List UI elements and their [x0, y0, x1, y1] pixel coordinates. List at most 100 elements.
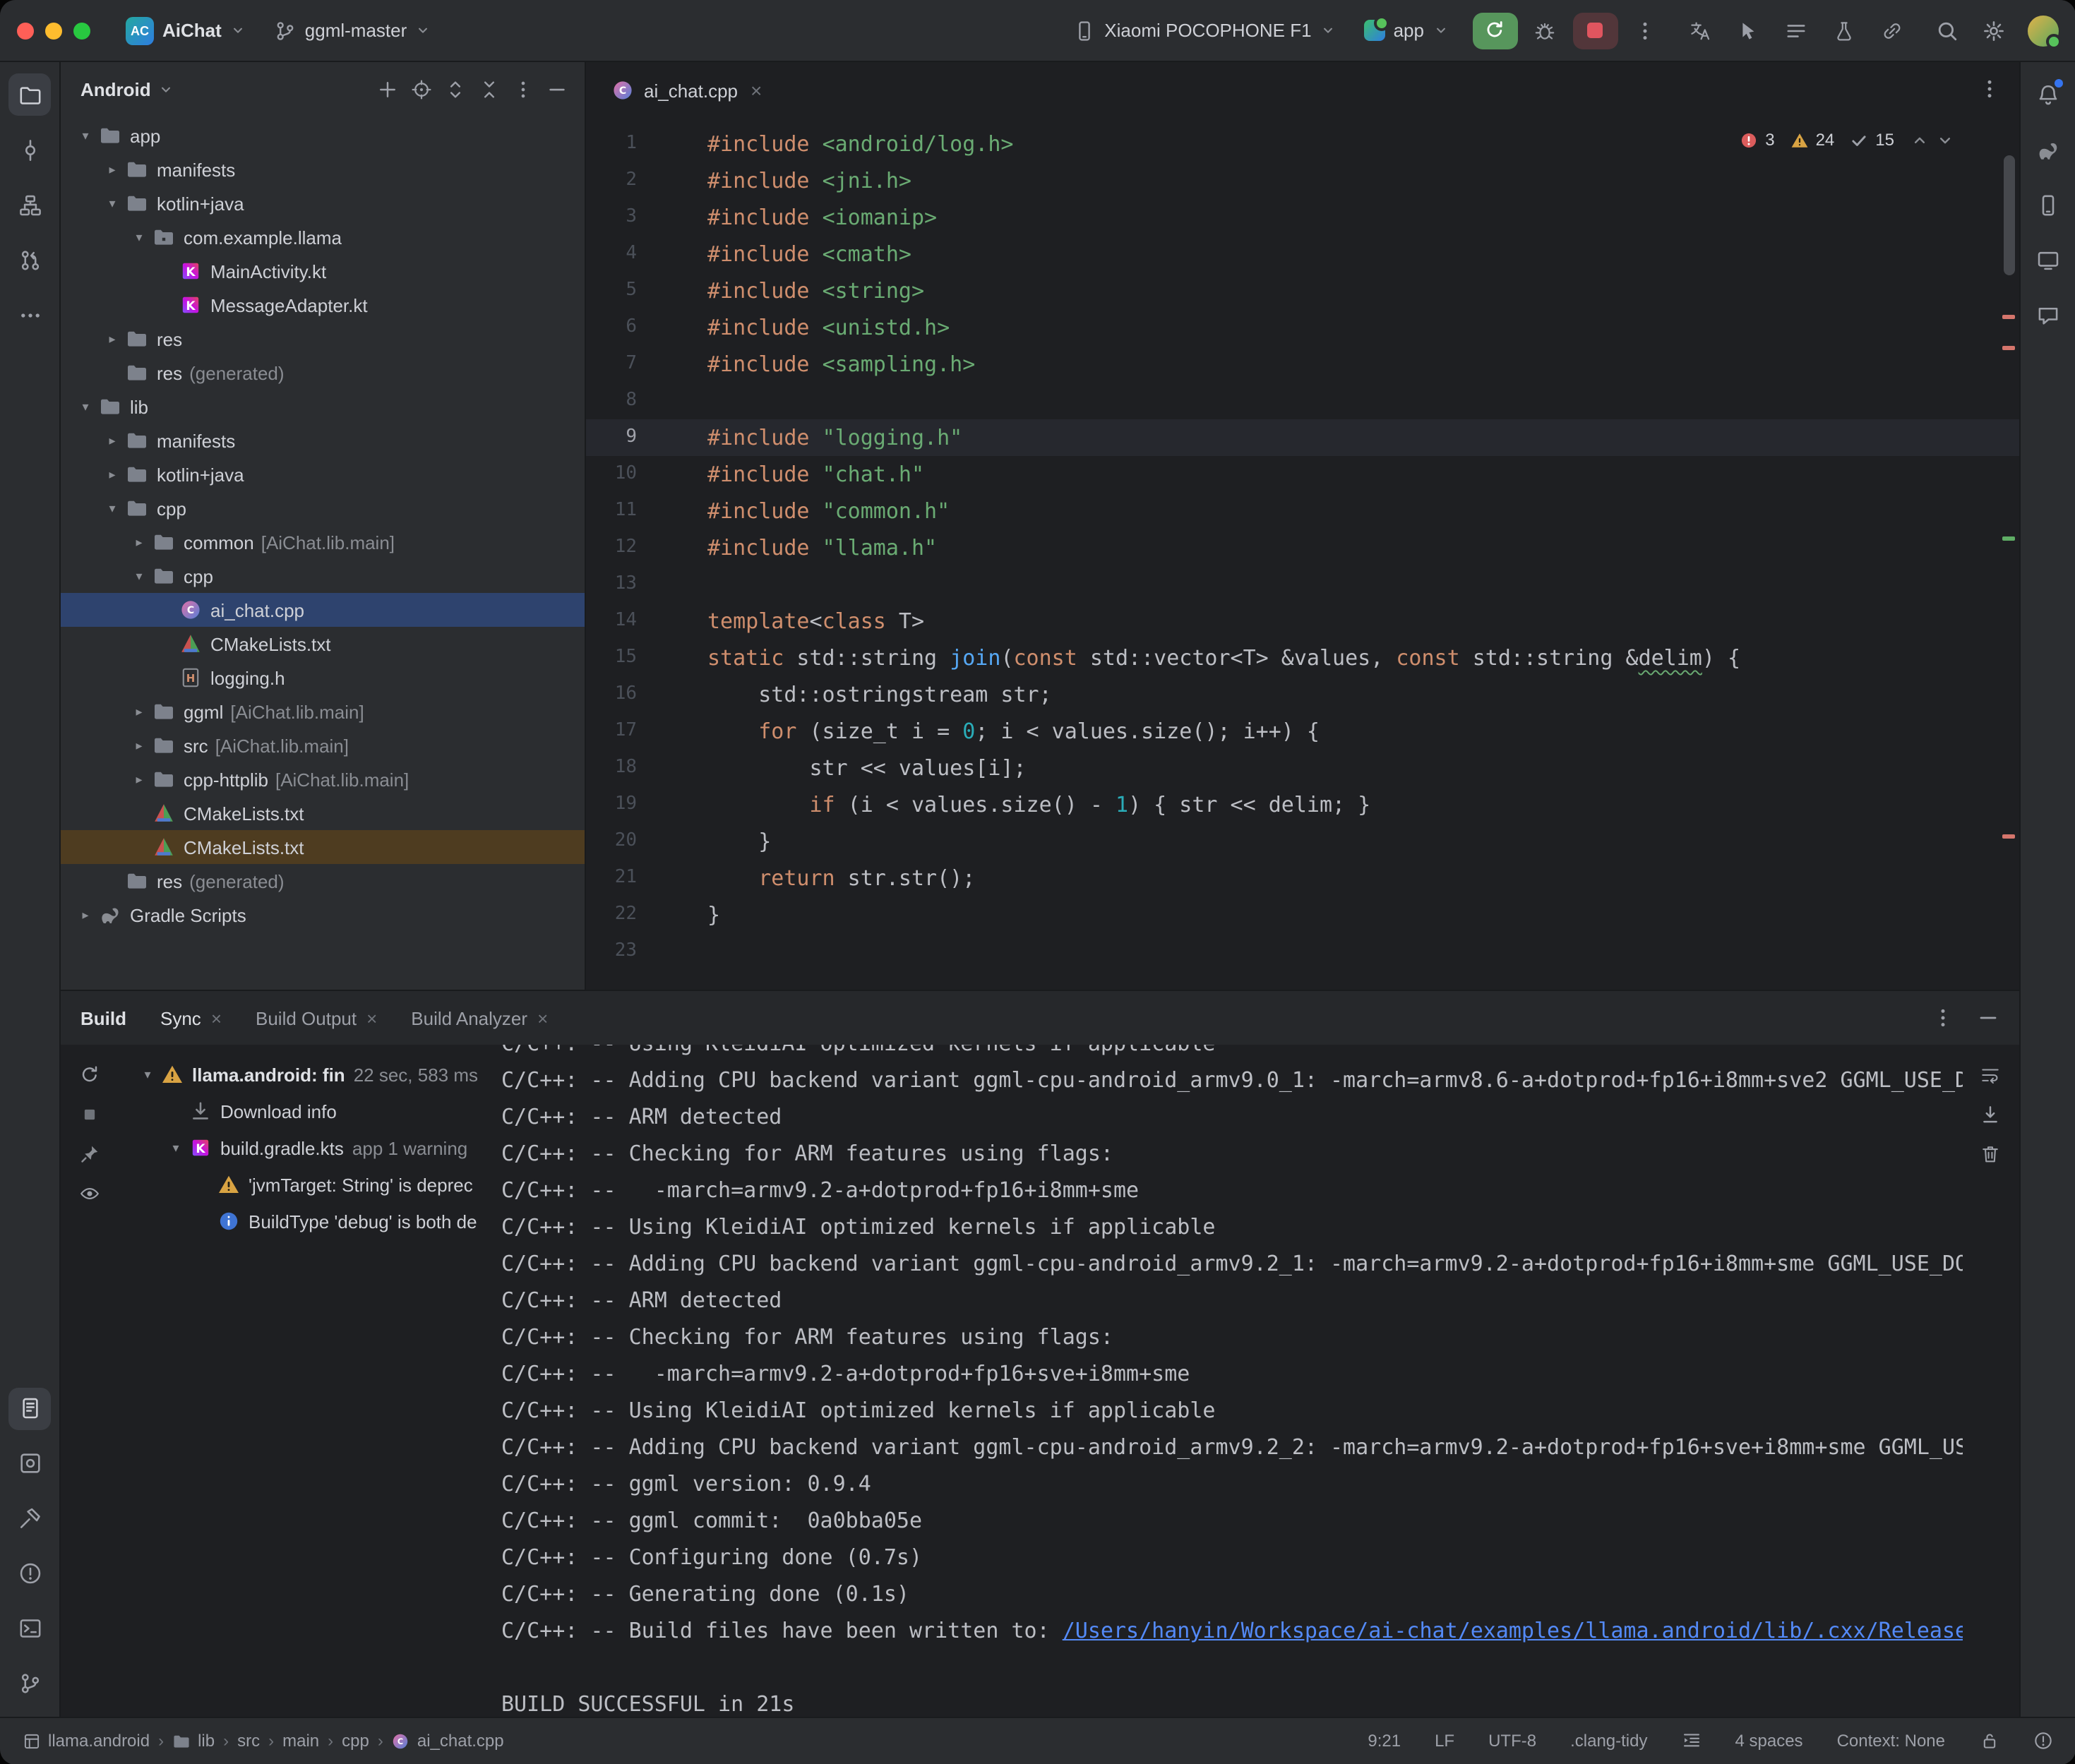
tree-item-kotlin-java[interactable]: ▾kotlin+java [61, 186, 585, 220]
code-line-7[interactable]: 7#include <sampling.h> [586, 346, 2019, 383]
build-tab-sync[interactable]: Sync× [160, 1007, 222, 1028]
branch-widget[interactable]: ggml-master [264, 13, 441, 47]
scrollbar-thumb[interactable] [2003, 155, 2014, 275]
project-widget[interactable]: AC AiChat [116, 11, 256, 50]
chevron-right-icon[interactable]: ▸ [128, 534, 150, 550]
chevron-right-icon[interactable]: ▸ [75, 907, 96, 923]
device-manager-icon[interactable] [2026, 184, 2069, 226]
chevron-down-icon[interactable]: ▾ [102, 196, 123, 211]
tree-item-cmakelists-txt[interactable]: CMakeLists.txt [61, 796, 585, 830]
console-link[interactable]: /Users/hanyin/Workspace/ai-chat/examples… [1063, 1618, 1962, 1643]
tree-item-manifests[interactable]: ▸manifests [61, 424, 585, 457]
indent-options[interactable] [1682, 1731, 1702, 1751]
close-tab-icon[interactable]: × [366, 1009, 377, 1027]
chevron-down-icon[interactable]: ▾ [128, 568, 150, 584]
build-tab-build-output[interactable]: Build Output× [256, 1007, 377, 1028]
expand-all-icon[interactable] [445, 78, 466, 100]
code-line-9[interactable]: 9#include "logging.h" [586, 419, 2019, 456]
breadcrumb-lib[interactable]: lib [172, 1731, 215, 1751]
pointer-icon[interactable] [1729, 12, 1767, 49]
chevron-right-icon[interactable]: ▸ [102, 162, 123, 177]
device-selector[interactable]: Xiaomi POCOPHONE F1 [1063, 13, 1345, 47]
code-area[interactable]: 1#include <android/log.h>2#include <jni.… [586, 119, 2019, 990]
stripe-mark[interactable] [2002, 346, 2014, 350]
tree-item-manifests[interactable]: ▸manifests [61, 152, 585, 186]
tree-item-app[interactable]: ▾app [61, 119, 585, 152]
chevron-down-icon[interactable]: ▾ [102, 500, 123, 516]
code-line-4[interactable]: 4#include <cmath> [586, 236, 2019, 272]
code-line-8[interactable]: 8 [586, 383, 2019, 419]
problems-icon[interactable] [8, 1552, 51, 1595]
code-line-16[interactable]: 16 std::ostringstream str; [586, 676, 2019, 713]
tree-item-cmakelists-txt[interactable]: CMakeLists.txt [61, 627, 585, 661]
search-everywhere-button[interactable] [1928, 12, 1966, 49]
stop-sync-icon[interactable] [78, 1104, 100, 1125]
chevron-right-icon[interactable]: ▸ [102, 331, 123, 347]
build-console[interactable]: C/C++: -- Using KleidiAI optimized kerne… [501, 1045, 1962, 1716]
tree-item-cpp[interactable]: ▾cpp [61, 491, 585, 525]
indent-size[interactable]: 4 spaces [1735, 1731, 1803, 1751]
build-tree-item-build-gradle-kts[interactable]: ▾Kbuild.gradle.ktsapp 1 warning [117, 1129, 501, 1166]
more-tools-icon[interactable] [8, 294, 51, 336]
tree-item-res[interactable]: res(generated) [61, 864, 585, 898]
chevron-right-icon[interactable]: ▸ [102, 467, 123, 482]
zoom-window-button[interactable] [73, 22, 90, 39]
link-icon[interactable] [1873, 12, 1911, 49]
stop-button[interactable] [1572, 12, 1617, 49]
more-run-actions-button[interactable] [1626, 12, 1664, 49]
terminal-icon[interactable] [8, 1607, 51, 1650]
run-config-selector[interactable]: app [1354, 14, 1458, 47]
breadcrumb-cpp[interactable]: cpp [342, 1731, 369, 1751]
tree-item-res[interactable]: res(generated) [61, 356, 585, 390]
gradle-icon[interactable] [2026, 128, 2069, 171]
structure-icon[interactable] [8, 184, 51, 226]
tree-item-com-example-llama[interactable]: ▾com.example.llama [61, 220, 585, 254]
code-line-20[interactable]: 20 } [586, 823, 2019, 860]
profile-avatar[interactable] [2027, 15, 2058, 46]
commit-icon[interactable] [8, 128, 51, 171]
editor-options-icon[interactable] [1978, 77, 2000, 100]
tree-item-src[interactable]: ▸src[AiChat.lib.main] [61, 728, 585, 762]
code-line-5[interactable]: 5#include <string> [586, 272, 2019, 309]
notifications-icon[interactable] [2026, 73, 2069, 116]
tree-item-gradle-scripts[interactable]: ▸Gradle Scripts [61, 898, 585, 932]
lines-icon[interactable] [1777, 12, 1815, 49]
code-line-21[interactable]: 21 return str.str(); [586, 860, 2019, 896]
tree-item-kotlin-java[interactable]: ▸kotlin+java [61, 457, 585, 491]
version-control-icon[interactable] [8, 1662, 51, 1705]
chevron-right-icon[interactable]: ▸ [128, 738, 150, 753]
view-options-icon[interactable] [78, 1183, 100, 1204]
chevron-down-icon[interactable]: ▾ [128, 229, 150, 245]
chevron-down-icon[interactable]: ▾ [165, 1140, 186, 1156]
code-line-18[interactable]: 18 str << values[i]; [586, 750, 2019, 786]
code-line-13[interactable]: 13 [586, 566, 2019, 603]
debug-button[interactable] [1526, 12, 1564, 49]
hide-build-panel-icon[interactable] [1976, 1007, 1999, 1029]
breadcrumb-main[interactable]: main [282, 1731, 319, 1751]
code-line-12[interactable]: 12#include "llama.h" [586, 529, 2019, 566]
stripe-mark[interactable] [2002, 536, 2014, 541]
code-line-11[interactable]: 11#include "common.h" [586, 493, 2019, 529]
chevron-down-icon[interactable]: ▾ [75, 399, 96, 414]
collapse-all-icon[interactable] [479, 78, 500, 100]
breadcrumb-ai-chat-cpp[interactable]: Cai_chat.cpp [392, 1731, 504, 1751]
tree-item-logging-h[interactable]: Hlogging.h [61, 661, 585, 695]
editor-tab-ai-chat-cpp[interactable]: C ai_chat.cpp × [597, 62, 776, 119]
scroll-to-end-icon[interactable] [1980, 1104, 2001, 1125]
chevron-right-icon[interactable]: ▸ [128, 704, 150, 719]
code-line-10[interactable]: 10#include "chat.h" [586, 456, 2019, 493]
app-quality-insights-icon[interactable] [2026, 294, 2069, 336]
build-icon[interactable] [8, 1497, 51, 1540]
tree-item-common[interactable]: ▸common[AiChat.lib.main] [61, 525, 585, 559]
flask-icon[interactable] [1825, 12, 1863, 49]
pull-requests-icon[interactable] [8, 239, 51, 281]
build-tree-item-buildtype-debug-is-both-de[interactable]: BuildType 'debug' is both de [117, 1203, 501, 1240]
settings-button[interactable] [1975, 12, 2013, 49]
hide-panel-icon[interactable] [546, 78, 568, 100]
code-line-22[interactable]: 22} [586, 896, 2019, 933]
chevron-right-icon[interactable]: ▸ [128, 772, 150, 787]
more-options-icon[interactable] [513, 78, 534, 100]
project-icon[interactable] [8, 73, 51, 116]
context[interactable]: Context: None [1837, 1731, 1945, 1751]
tree-item-ai-chat-cpp[interactable]: Cai_chat.cpp [61, 593, 585, 627]
